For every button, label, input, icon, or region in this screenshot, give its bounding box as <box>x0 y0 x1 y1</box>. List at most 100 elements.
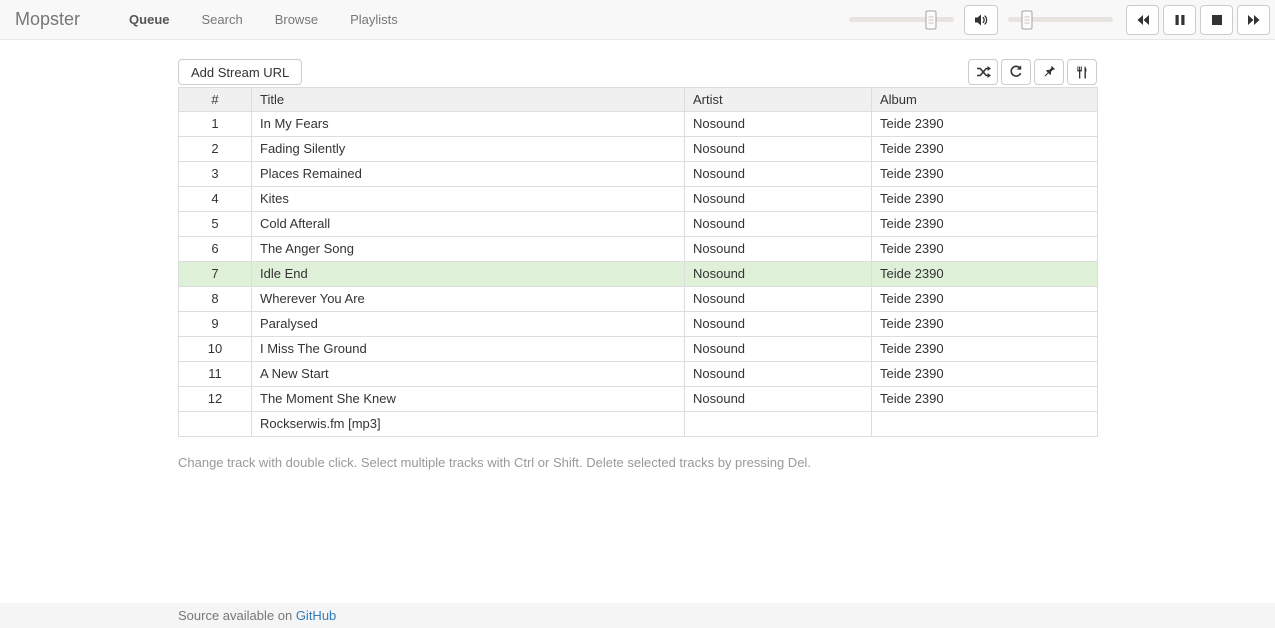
cell-artist: Nosound <box>685 237 872 262</box>
track-row[interactable]: 12 The Moment She Knew Nosound Teide 239… <box>179 387 1098 412</box>
playback-mode-buttons <box>968 59 1097 85</box>
cell-artist: Nosound <box>685 112 872 137</box>
track-row[interactable]: 3 Places Remained Nosound Teide 2390 <box>179 162 1098 187</box>
cell-artist: Nosound <box>685 187 872 212</box>
cell-title: Cold Afterall <box>252 212 685 237</box>
track-row[interactable]: 6 The Anger Song Nosound Teide 2390 <box>179 237 1098 262</box>
footer-text: Source available on <box>178 608 296 623</box>
column-header-album: Album <box>872 88 1098 112</box>
cell-number: 12 <box>179 387 252 412</box>
column-header-artist: Artist <box>685 88 872 112</box>
cell-number: 5 <box>179 212 252 237</box>
stop-button[interactable] <box>1200 5 1233 35</box>
pin-button[interactable] <box>1034 59 1064 85</box>
shuffle-button[interactable] <box>968 59 998 85</box>
app-brand[interactable]: Mopster <box>0 0 95 39</box>
consume-icon <box>1076 66 1089 79</box>
cell-number: 3 <box>179 162 252 187</box>
queue-page: Add Stream URL <box>178 59 1097 470</box>
cell-title: The Moment She Knew <box>252 387 685 412</box>
track-row[interactable]: 5 Cold Afterall Nosound Teide 2390 <box>179 212 1098 237</box>
queue-toolbar: Add Stream URL <box>178 59 1097 85</box>
track-row[interactable]: 8 Wherever You Are Nosound Teide 2390 <box>179 287 1098 312</box>
player-controls <box>849 0 1270 39</box>
main-nav: Queue Search Browse Playlists <box>113 0 414 39</box>
cell-number: 11 <box>179 362 252 387</box>
column-header-number: # <box>179 88 252 112</box>
cell-artist: Nosound <box>685 212 872 237</box>
nav-item-search[interactable]: Search <box>186 0 259 39</box>
cell-album: Teide 2390 <box>872 262 1098 287</box>
cell-album: Teide 2390 <box>872 212 1098 237</box>
mute-button[interactable] <box>964 5 998 35</box>
cell-number: 4 <box>179 187 252 212</box>
track-row[interactable]: 4 Kites Nosound Teide 2390 <box>179 187 1098 212</box>
cell-title: Idle End <box>252 262 685 287</box>
track-row[interactable]: 11 A New Start Nosound Teide 2390 <box>179 362 1098 387</box>
cell-album: Teide 2390 <box>872 287 1098 312</box>
cell-artist: Nosound <box>685 312 872 337</box>
queue-help-text: Change track with double click. Select m… <box>178 455 1097 470</box>
cell-title: I Miss The Ground <box>252 337 685 362</box>
cell-title: The Anger Song <box>252 237 685 262</box>
stream-row[interactable]: Rockserwis.fm [mp3] <box>179 412 1098 437</box>
nav-item-queue[interactable]: Queue <box>113 0 185 39</box>
cell-title: In My Fears <box>252 112 685 137</box>
cell-album: Teide 2390 <box>872 387 1098 412</box>
navbar: Mopster Queue Search Browse Playlists <box>0 0 1275 40</box>
cell-title: Rockserwis.fm [mp3] <box>252 412 685 437</box>
track-row[interactable]: 2 Fading Silently Nosound Teide 2390 <box>179 137 1098 162</box>
cell-number: 10 <box>179 337 252 362</box>
nav-item-playlists[interactable]: Playlists <box>334 0 414 39</box>
track-row[interactable]: 7 Idle End Nosound Teide 2390 <box>179 262 1098 287</box>
cell-artist: Nosound <box>685 287 872 312</box>
cell-number <box>179 412 252 437</box>
pause-button[interactable] <box>1163 5 1196 35</box>
previous-button[interactable] <box>1126 5 1159 35</box>
cell-number: 8 <box>179 287 252 312</box>
consume-button[interactable] <box>1067 59 1097 85</box>
repeat-button[interactable] <box>1001 59 1031 85</box>
seek-slider[interactable] <box>1008 17 1113 22</box>
pause-icon <box>1174 14 1186 26</box>
cell-artist: Nosound <box>685 162 872 187</box>
volume-slider-handle[interactable] <box>925 10 936 29</box>
cell-album <box>872 412 1098 437</box>
cell-number: 6 <box>179 237 252 262</box>
cell-artist: Nosound <box>685 137 872 162</box>
cell-album: Teide 2390 <box>872 162 1098 187</box>
cell-number: 9 <box>179 312 252 337</box>
cell-title: Paralysed <box>252 312 685 337</box>
cell-album: Teide 2390 <box>872 362 1098 387</box>
volume-up-icon <box>973 13 989 27</box>
next-button[interactable] <box>1237 5 1270 35</box>
cell-album: Teide 2390 <box>872 337 1098 362</box>
track-row[interactable]: 10 I Miss The Ground Nosound Teide 2390 <box>179 337 1098 362</box>
pin-icon <box>1042 65 1056 79</box>
cell-artist: Nosound <box>685 387 872 412</box>
cell-title: Kites <box>252 187 685 212</box>
cell-artist: Nosound <box>685 337 872 362</box>
cell-album: Teide 2390 <box>872 112 1098 137</box>
add-stream-url-button[interactable]: Add Stream URL <box>178 59 302 85</box>
repeat-icon <box>1009 65 1023 79</box>
volume-slider[interactable] <box>849 17 954 22</box>
track-row[interactable]: 9 Paralysed Nosound Teide 2390 <box>179 312 1098 337</box>
playback-buttons <box>1126 5 1270 35</box>
queue-table: # Title Artist Album 1 In My Fears Nosou… <box>178 87 1098 437</box>
queue-table-header-row: # Title Artist Album <box>179 88 1098 112</box>
cell-title: A New Start <box>252 362 685 387</box>
previous-icon <box>1136 14 1150 26</box>
cell-album: Teide 2390 <box>872 137 1098 162</box>
cell-title: Wherever You Are <box>252 287 685 312</box>
github-link[interactable]: GitHub <box>296 608 336 623</box>
cell-number: 7 <box>179 262 252 287</box>
seek-slider-handle[interactable] <box>1021 10 1032 29</box>
cell-artist: Nosound <box>685 262 872 287</box>
cell-number: 2 <box>179 137 252 162</box>
track-row[interactable]: 1 In My Fears Nosound Teide 2390 <box>179 112 1098 137</box>
nav-item-browse[interactable]: Browse <box>259 0 334 39</box>
page-footer: Source available on GitHub <box>0 603 1275 628</box>
stop-icon <box>1211 14 1223 26</box>
cell-title: Fading Silently <box>252 137 685 162</box>
